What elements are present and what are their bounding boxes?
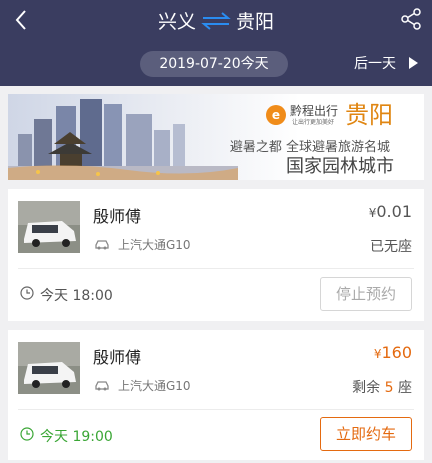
banner-city: 贵阳	[345, 101, 393, 129]
trip-card[interactable]: 殷师傅 上汽大通G10 ¥0.01 已无座 今天 18:00 停止预约	[8, 189, 424, 321]
header-bar: 兴义 贵阳 2019-07-20今天 后一天	[0, 0, 432, 86]
price: ¥0.01	[369, 202, 412, 221]
seats-suffix: 座	[398, 380, 412, 396]
car-icon	[95, 240, 109, 250]
brand-logo-icon: e	[266, 105, 286, 125]
clock-icon	[20, 427, 34, 441]
date-selector[interactable]: 2019-07-20今天	[140, 51, 288, 77]
clock-icon	[20, 286, 34, 300]
book-now-button[interactable]: 立即约车	[320, 417, 412, 451]
seats-remaining: 剩余 5 座	[352, 377, 412, 397]
car-photo	[18, 201, 80, 253]
seats-prefix: 剩余	[352, 380, 381, 396]
price-value: 0.01	[376, 202, 412, 221]
car-photo	[18, 342, 80, 394]
car-model: 上汽大通G10	[118, 379, 191, 393]
from-city: 兴义	[157, 11, 196, 33]
banner-subtitle: 国家园林城市	[286, 156, 394, 177]
to-city: 贵阳	[236, 11, 275, 33]
seats-status: 已无座	[370, 239, 412, 255]
driver-name: 殷师傅	[93, 348, 142, 367]
departure-time: 今天 18:00	[40, 288, 113, 304]
departure-time: 今天 19:00	[40, 429, 113, 445]
share-icon	[401, 8, 421, 30]
next-day-button[interactable]: 后一天	[354, 54, 396, 74]
price: ¥160	[374, 343, 412, 362]
car-icon	[95, 381, 109, 391]
trip-card[interactable]: 殷师傅 上汽大通G10 ¥160 剩余 5 座 今天 19:00 立即约车	[8, 330, 424, 460]
share-button[interactable]	[400, 8, 422, 30]
stop-booking-button[interactable]: 停止预约	[320, 277, 412, 311]
divider	[18, 268, 414, 269]
next-arrow-icon[interactable]	[409, 57, 418, 69]
car-model: 上汽大通G10	[118, 238, 191, 252]
brand-name: 黔程出行	[290, 104, 339, 118]
seats-count: 5	[384, 380, 394, 396]
divider	[18, 409, 414, 410]
promo-banner[interactable]: e 黔程出行 让出行更加美好 贵阳 避暑之都 全球避暑旅游名城 国家园林城市	[8, 94, 424, 180]
brand-slogan: 让出行更加美好	[292, 119, 335, 126]
price-value: 160	[381, 343, 412, 362]
brand-logo-block: e 黔程出行 让出行更加美好 贵阳	[266, 101, 416, 132]
route-title: 兴义 贵阳	[0, 7, 432, 34]
swap-icon[interactable]	[201, 11, 231, 30]
driver-name: 殷师傅	[93, 207, 142, 226]
